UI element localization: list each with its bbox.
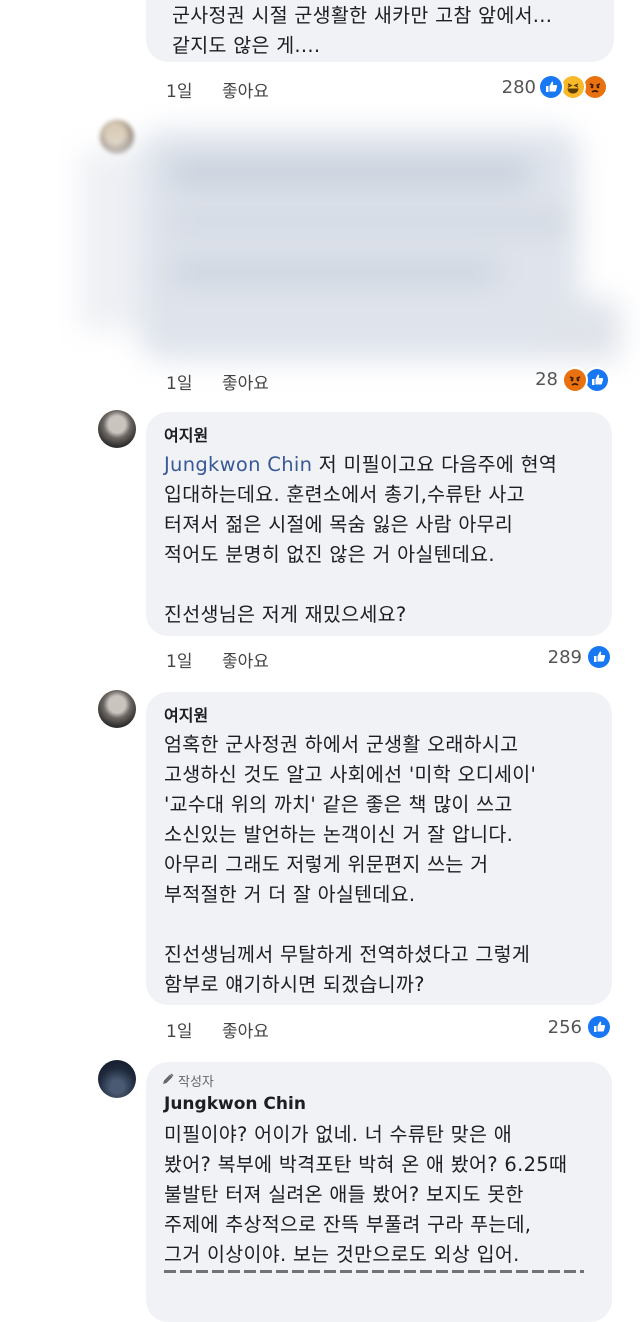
- like-button[interactable]: 좋아요: [222, 369, 269, 394]
- like-reaction-icon: [586, 1014, 612, 1040]
- comment-text-body: 저 미필이고요 다음주에 현역 입대하는데요. 훈련소에서 총기,수류탄 사고 …: [164, 453, 558, 626]
- comment-text: 군사정권 시절 군생활한 새카만 고참 앞에서... 같지도 않은 게....: [172, 4, 553, 57]
- angry-reaction-icon: [562, 367, 588, 393]
- comment-author[interactable]: 여지원: [164, 702, 208, 726]
- comment-author[interactable]: Jungkwon Chin: [164, 1094, 306, 1114]
- like-reaction-icon: [538, 74, 564, 100]
- like-reaction-icon: [586, 644, 612, 670]
- comment-time[interactable]: 1일: [166, 647, 192, 672]
- comment-text: 엄혹한 군사정권 하에서 군생활 오래하시고 고생하신 것도 알고 사회에선 '…: [164, 733, 537, 996]
- avatar[interactable]: [98, 1060, 136, 1098]
- mention-link[interactable]: Jungkwon Chin: [164, 453, 312, 476]
- comment-time[interactable]: 1일: [166, 1017, 192, 1042]
- like-button[interactable]: 좋아요: [222, 647, 269, 672]
- like-button[interactable]: 좋아요: [222, 77, 269, 102]
- author-badge-label: 작성자: [178, 1075, 214, 1090]
- comment-text: Jungkwon Chin 저 미필이고요 다음주에 현역 입대하는데요. 훈련…: [164, 450, 557, 630]
- comment-text: 미필이야? 어이가 없네. 너 수류탄 맞은 애 봤어? 복부에 박격포탄 박혀…: [164, 1123, 568, 1266]
- cutoff-text-line: [164, 1270, 594, 1284]
- author-badge: 작성자: [162, 1071, 214, 1090]
- comment-time[interactable]: 1일: [166, 369, 192, 394]
- avatar[interactable]: [98, 690, 136, 728]
- redacted-comment: [70, 120, 630, 385]
- reaction-count[interactable]: 256: [520, 1017, 582, 1038]
- reaction-count[interactable]: 28: [500, 369, 558, 390]
- avatar[interactable]: [98, 410, 136, 448]
- reaction-count[interactable]: 280: [480, 77, 536, 98]
- reaction-count[interactable]: 289: [520, 647, 582, 668]
- like-button[interactable]: 좋아요: [222, 1017, 269, 1042]
- comment-author[interactable]: 여지원: [164, 422, 208, 446]
- comment-time[interactable]: 1일: [166, 77, 192, 102]
- pencil-icon: [162, 1073, 174, 1089]
